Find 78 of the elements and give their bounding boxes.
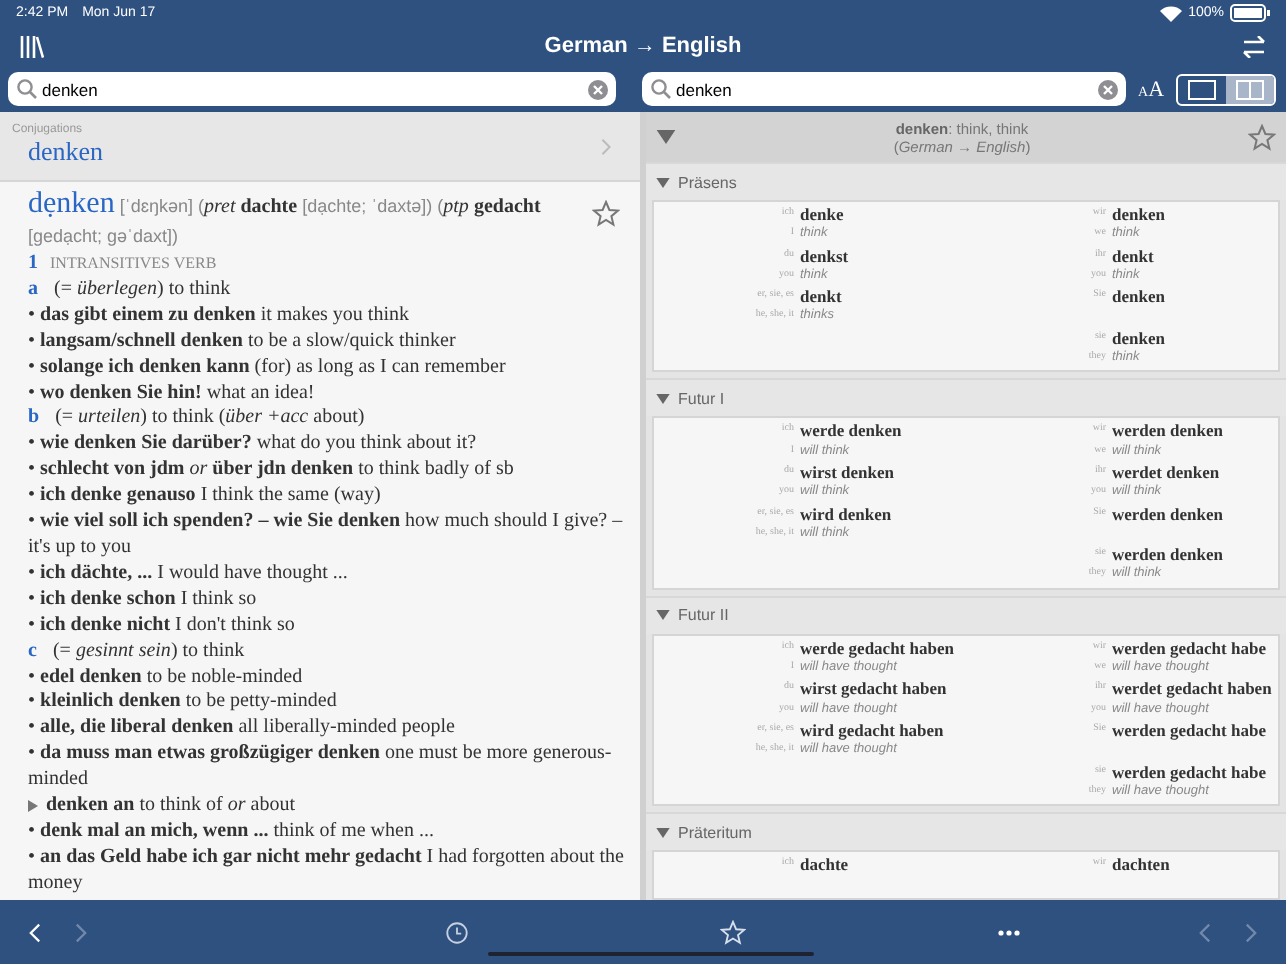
- verb-form: denkt: [1112, 245, 1156, 266]
- verb-form: werden gedacht habe: [1112, 761, 1268, 782]
- example-line: • edel denken to be noble-minded: [28, 665, 305, 691]
- verb-form: werden gedacht habe: [1112, 637, 1268, 659]
- sense-number: 1: [28, 252, 38, 278]
- star-icon[interactable]: [1248, 123, 1276, 151]
- triangle-right-icon: [28, 800, 38, 813]
- verb-form: wird denken: [800, 503, 894, 524]
- verb-form: werde gedacht haben: [800, 637, 956, 659]
- sense-definition: (= gesinnt sein) to think: [52, 639, 245, 665]
- wifi-icon: [1160, 5, 1183, 21]
- sense-definition: (= urteilen) to think (über +acc about): [55, 406, 365, 433]
- verb-form: denke: [800, 204, 846, 225]
- sense-letter: a: [28, 277, 38, 304]
- verb-form: werdet gedacht haben: [1112, 678, 1274, 700]
- search-icon: [650, 78, 672, 100]
- search-icon: [16, 78, 38, 100]
- example-line: • ich denke genauso I think the same (way): [28, 484, 383, 511]
- example-line: • alle, die liberal denken all liberally-minded people: [28, 716, 457, 743]
- window-title: German → English: [544, 34, 742, 58]
- verb-form: denken: [1112, 204, 1167, 225]
- example-line: • wie denken Sie darüber? what do you think about it?: [28, 432, 479, 459]
- triangle-down-icon: [656, 827, 670, 838]
- example-line: • ich dächte, ... I would have thought ...: [28, 561, 350, 588]
- chevron-left-icon: [1198, 921, 1212, 943]
- phrase-line: denken an to think of or about: [46, 794, 295, 820]
- verb-form: werde denken: [800, 420, 904, 442]
- example-line: • ich denke schon I think so: [28, 587, 259, 614]
- example-line: • schlecht von jdm or über jdn denken to think badly of sb: [28, 458, 516, 485]
- search-field[interactable]: denken: [8, 72, 616, 106]
- example-line: • das gibt einem zu denken it makes you think: [28, 303, 411, 330]
- verb-form: wirst denken: [800, 461, 896, 483]
- verb-form: dachte: [800, 854, 851, 875]
- triangle-down-icon: [656, 610, 670, 621]
- example-line: • solange ich denken kann (for) as long as I can remember: [28, 355, 508, 382]
- example-line: • denk mal an mich, wenn ... think of me when ...: [28, 819, 436, 846]
- verb-form: denken: [1112, 286, 1167, 307]
- verb-form: dachten: [1112, 854, 1172, 875]
- verb-form: werden denken: [1112, 420, 1225, 442]
- swap-icon[interactable]: [1241, 35, 1266, 57]
- verb-form: wird gedacht haben: [800, 719, 946, 741]
- example-line: • an das Geld habe ich gar nicht mehr gedacht I had forgotten about the money: [28, 845, 626, 898]
- chevron-right-icon: [600, 135, 612, 157]
- example-line: • wo denken Sie hin! what an idea!: [28, 381, 317, 407]
- clear-icon[interactable]: [1098, 79, 1118, 99]
- verb-form: werden denken: [1112, 503, 1225, 524]
- conjugation-word: denken: [26, 136, 104, 168]
- entry-headline: dẹnken [ˈdɛŋkən] (pret dachte [dạchte; ˈdaxtə]) (ptp gedacht [gedạcht; gəˈdaxt]): [28, 188, 543, 250]
- example-line: • langsam/schnell denken to be a slow/quick thinker: [28, 329, 458, 356]
- clear-icon[interactable]: [588, 79, 608, 99]
- single-view-icon: [1188, 79, 1217, 99]
- split-view-icon: [1236, 79, 1265, 99]
- example-line: • ich denke nicht I don't think so: [28, 613, 297, 640]
- sense-letter: b: [28, 406, 40, 433]
- history-icon[interactable]: [446, 921, 468, 943]
- verb-form: denkt: [800, 286, 844, 307]
- section-header[interactable]: Futur I: [646, 378, 1286, 417]
- part-of-speech: INTRANSITIVES VERB: [50, 252, 217, 276]
- sense-definition: (= überlegen) to think: [54, 277, 231, 304]
- chevron-right-icon: [1244, 921, 1258, 943]
- sense-letter: c: [28, 639, 37, 665]
- verb-form: werden gedacht habe: [1112, 719, 1268, 741]
- more-icon[interactable]: [998, 929, 1020, 935]
- verb-form: werden denken: [1112, 544, 1225, 565]
- triangle-down-icon: [656, 393, 670, 404]
- battery-icon: [1230, 4, 1270, 22]
- triangle-down-icon: [656, 177, 670, 187]
- search-field[interactable]: denken: [642, 72, 1126, 106]
- verb-form: denken: [1112, 327, 1167, 349]
- verb-form: denkst: [800, 245, 851, 266]
- chevron-right-icon: [74, 921, 88, 943]
- star-icon[interactable]: [592, 200, 620, 228]
- library-icon[interactable]: [20, 35, 44, 57]
- example-line: • kleinlich denken to be petty-minded: [28, 690, 339, 717]
- chevron-left-icon: [28, 921, 42, 943]
- triangle-down-icon[interactable]: [656, 130, 676, 144]
- verb-form: wirst gedacht haben: [800, 678, 949, 700]
- verb-form: werdet denken: [1112, 461, 1222, 483]
